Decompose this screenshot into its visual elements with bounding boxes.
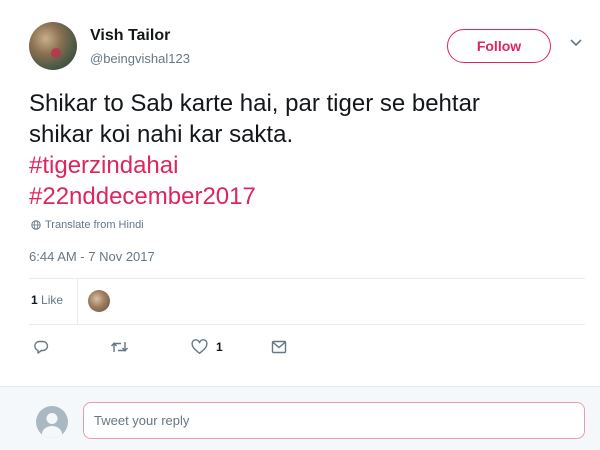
tweet-text: Shikar to Sab karte hai, par tiger se be… [29,88,574,212]
divider [77,279,78,324]
like-count: 1 [216,340,223,354]
divider [29,278,585,279]
translate-label: Translate from Hindi [45,219,144,231]
liker-avatar[interactable] [88,290,110,312]
tweet-line: shikar koi nahi kar sakta. [29,121,294,148]
hashtag-link[interactable]: #22nddecember2017 [29,181,574,212]
likes-label: Like [41,293,64,307]
chevron-down-icon[interactable] [569,38,583,48]
reply-action[interactable] [33,338,49,356]
retweet-icon [110,342,129,352]
globe-icon [31,220,41,230]
tweet-timestamp[interactable]: 6:44 AM - 7 Nov 2017 [29,249,155,264]
reply-icon [34,340,49,354]
likes-count: 1 [31,293,38,307]
retweet-action[interactable] [110,338,129,356]
reply-input[interactable] [83,402,585,439]
likes-stat[interactable]: 1 Like [31,293,63,307]
envelope-icon [271,340,287,354]
follow-button[interactable]: Follow [447,29,551,63]
user-handle[interactable]: @beingvishal123 [90,51,190,66]
direct-message-action[interactable] [271,338,287,356]
divider [29,324,585,325]
like-action[interactable]: 1 [191,338,223,356]
hashtag-link[interactable]: #tigerzindahai [29,150,574,181]
display-name[interactable]: Vish Tailor [90,27,170,45]
default-avatar-icon [36,406,68,438]
translate-link[interactable]: Translate from Hindi [31,219,144,231]
heart-icon [191,339,208,354]
reply-bar [0,386,600,450]
tweet-line: Shikar to Sab karte hai, par tiger se be… [29,90,480,117]
profile-avatar[interactable] [29,22,77,70]
